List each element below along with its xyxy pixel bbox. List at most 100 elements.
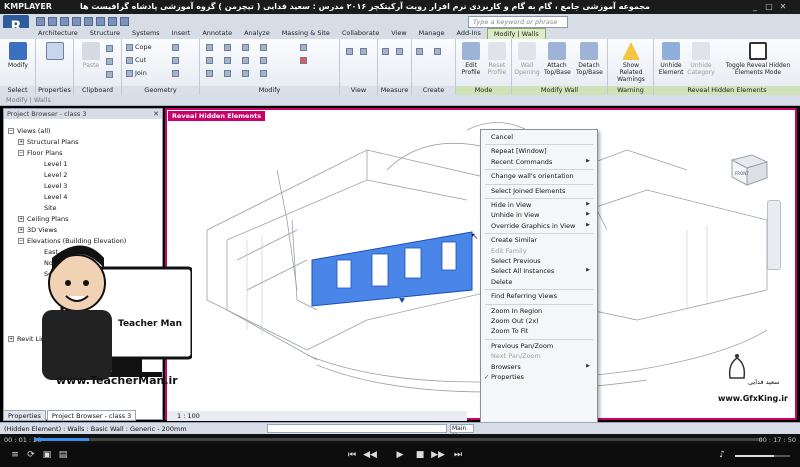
cut-button[interactable]: Cut <box>126 56 146 64</box>
menu-item-zoom-out-2x[interactable]: Zoom Out (2x) <box>491 317 595 325</box>
geometry-tool-3[interactable] <box>172 69 181 77</box>
detach-top-base-button[interactable]: Detach Top/Base <box>576 42 603 76</box>
tab-add-ins[interactable]: Add-Ins <box>451 28 487 39</box>
tree-level-2[interactable]: Level 2 <box>44 171 67 179</box>
split-icon[interactable] <box>206 69 215 77</box>
unhide-category-button[interactable]: Unhide Category <box>686 42 716 76</box>
measure-icon[interactable] <box>96 17 105 26</box>
match-icon[interactable] <box>106 70 115 78</box>
geometry-tool-1[interactable] <box>172 43 181 51</box>
tab-properties[interactable]: Properties <box>3 410 46 421</box>
viewcube-icon[interactable]: FRONT <box>722 150 772 190</box>
print-icon[interactable] <box>84 17 93 26</box>
repeat-icon[interactable]: ⟳ <box>24 450 38 460</box>
menu-item-override-graphics-in-view[interactable]: Override Graphics in View ▶ <box>491 222 595 230</box>
rewind-icon[interactable]: ◀◀ <box>363 450 377 460</box>
menu-item-hide-in-view[interactable]: Hide in View ▶ <box>491 201 595 209</box>
menu-item-create-similar[interactable]: Create Similar <box>491 236 595 244</box>
paste-button[interactable]: Paste <box>78 42 104 69</box>
tab-architecture[interactable]: Architecture <box>32 28 84 39</box>
tab-insert[interactable]: Insert <box>166 28 197 39</box>
menu-item-browsers[interactable]: Browsers ▶ <box>491 363 595 371</box>
tab-view[interactable]: View <box>385 28 412 39</box>
create-group-icon[interactable] <box>434 47 443 55</box>
menu-item-select-previous[interactable]: Select Previous <box>491 257 595 265</box>
expand-icon[interactable]: + <box>18 216 24 222</box>
previous-icon[interactable]: ⏮ <box>345 450 359 460</box>
collapse-icon[interactable]: − <box>8 128 14 134</box>
copy-icon[interactable] <box>106 44 115 52</box>
maximize-icon[interactable]: □ <box>764 2 774 12</box>
expand-icon[interactable]: + <box>8 336 14 342</box>
3d-view-icon[interactable] <box>120 17 129 26</box>
hide-icon[interactable] <box>346 47 355 55</box>
cut-clip-icon[interactable] <box>106 57 115 65</box>
tab-analyze[interactable]: Analyze <box>238 28 276 39</box>
menu-item-unhide-in-view[interactable]: Unhide in View ▶ <box>491 211 595 219</box>
tab-collaborate[interactable]: Collaborate <box>336 28 385 39</box>
reset-profile-button[interactable]: Reset Profile <box>484 42 510 76</box>
show-related-warnings-button[interactable]: Show Related Warnings <box>616 42 646 83</box>
menu-item-delete[interactable]: Delete <box>491 278 595 286</box>
scale-icon[interactable] <box>242 69 251 77</box>
play-icon[interactable]: ▶ <box>393 450 407 460</box>
selected-wall[interactable] <box>311 231 473 307</box>
volume-icon[interactable]: ♪ <box>715 450 729 460</box>
geometry-tool-2[interactable] <box>172 56 181 64</box>
close-icon[interactable]: ✕ <box>778 2 788 12</box>
unhide-element-button[interactable]: Unhide Element <box>656 42 686 76</box>
copy-element-icon[interactable] <box>224 56 233 64</box>
properties-button[interactable] <box>42 42 68 62</box>
tab-manage[interactable]: Manage <box>413 28 451 39</box>
menu-item-repeat-window[interactable]: Repeat [Window] <box>491 147 595 155</box>
measure-tool-icon[interactable] <box>382 47 391 55</box>
trim-icon[interactable] <box>260 56 269 64</box>
pin-icon[interactable] <box>260 69 269 77</box>
save-icon[interactable] <box>48 17 57 26</box>
tab-modify-walls[interactable]: Modify | Walls <box>486 28 546 39</box>
unpin-icon[interactable] <box>300 43 309 51</box>
tree-level-3[interactable]: Level 3 <box>44 182 67 190</box>
tree-structural-plans[interactable]: + Structural Plans <box>18 138 78 146</box>
join-button[interactable]: Join <box>126 69 147 77</box>
menu-item-recent-commands[interactable]: Recent Commands ▶ <box>491 158 595 166</box>
search-input[interactable]: Type a keyword or phrase <box>468 16 568 28</box>
wall-opening-button[interactable]: Wall Opening <box>514 42 540 76</box>
volume-slider[interactable] <box>735 455 790 457</box>
fast-forward-icon[interactable]: ▶▶ <box>431 450 445 460</box>
next-icon[interactable]: ⏭ <box>451 450 465 460</box>
menu-item-select-joined-elements[interactable]: Select Joined Elements <box>491 187 595 195</box>
toggle-reveal-hidden-button[interactable]: Toggle Reveal Hidden Elements Mode <box>720 42 796 76</box>
menu-item-zoom-in-region[interactable]: Zoom In Region <box>491 307 595 315</box>
menu-item-zoom-to-fit[interactable]: Zoom To Fit <box>491 327 595 335</box>
menu-item-previous-pan-zoom[interactable]: Previous Pan/Zoom <box>491 342 595 350</box>
tab-structure[interactable]: Structure <box>84 28 126 39</box>
menu-item-change-wall-s-orientation[interactable]: Change wall's orientation <box>491 172 595 180</box>
dimension-icon[interactable] <box>396 47 405 55</box>
expand-icon[interactable]: + <box>18 139 24 145</box>
navigation-bar[interactable] <box>767 200 781 270</box>
tree-views-all[interactable]: − Views (all) <box>8 127 51 135</box>
edit-profile-button[interactable]: Edit Profile <box>458 42 484 76</box>
status-workset-field[interactable] <box>267 424 447 433</box>
view-scale[interactable]: 1 : 100 <box>177 412 200 420</box>
tab-massing-site[interactable]: Massing & Site <box>276 28 336 39</box>
modify-button[interactable]: Modify <box>5 42 31 69</box>
rotate-icon[interactable] <box>242 56 251 64</box>
offset-icon[interactable] <box>224 43 233 51</box>
minimize-icon[interactable]: _ <box>750 2 760 12</box>
tab-project-browser[interactable]: Project Browser - class 3 <box>46 410 137 421</box>
tree-ceiling-plans[interactable]: + Ceiling Plans <box>18 215 68 223</box>
menu-item-cancel[interactable]: Cancel <box>491 133 595 141</box>
collapse-icon[interactable]: − <box>18 150 24 156</box>
array-icon[interactable] <box>224 69 233 77</box>
tree-site[interactable]: Site <box>44 204 56 212</box>
attach-top-base-button[interactable]: Attach Top/Base <box>544 42 571 76</box>
3d-mode-icon[interactable]: ▣ <box>40 450 54 460</box>
undo-icon[interactable] <box>60 17 69 26</box>
create-part-icon[interactable] <box>416 47 425 55</box>
menu-item-properties[interactable]: Properties ✓ <box>484 373 595 381</box>
main-model-field[interactable]: Main M <box>450 424 474 440</box>
tree-level-4[interactable]: Level 4 <box>44 193 67 201</box>
mirror-draw-icon[interactable] <box>260 43 269 51</box>
